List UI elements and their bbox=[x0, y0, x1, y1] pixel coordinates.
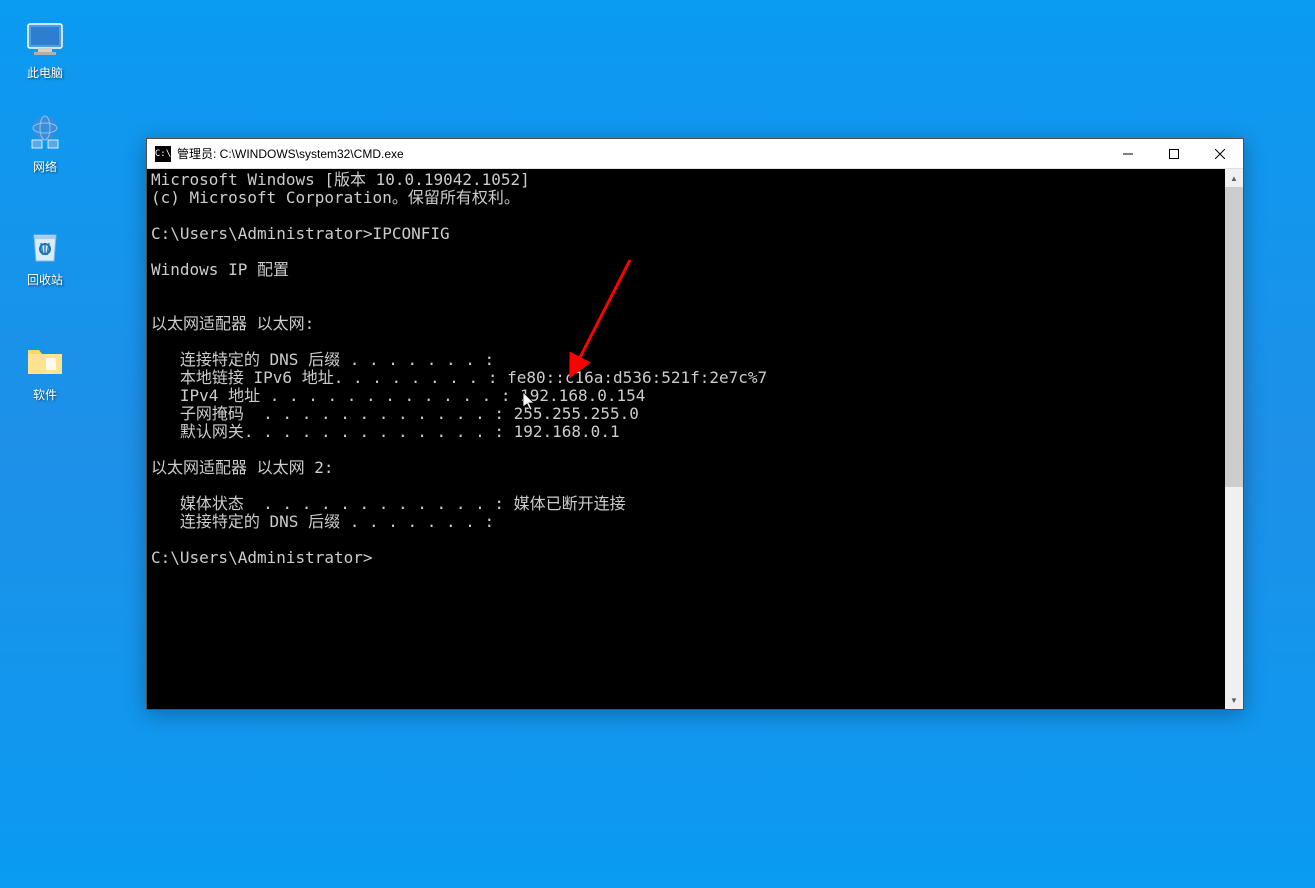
window-controls bbox=[1105, 139, 1243, 168]
scrollbar[interactable]: ▲ ▼ bbox=[1225, 169, 1243, 709]
scrollbar-up-button[interactable]: ▲ bbox=[1225, 169, 1243, 187]
terminal-output[interactable]: Microsoft Windows [版本 10.0.19042.1052] (… bbox=[147, 169, 1225, 709]
scrollbar-thumb[interactable] bbox=[1225, 187, 1243, 487]
desktop-icon-label: 此电脑 bbox=[27, 64, 63, 81]
desktop-icon-label: 回收站 bbox=[27, 271, 63, 288]
terminal-body: Microsoft Windows [版本 10.0.19042.1052] (… bbox=[147, 169, 1243, 709]
cmd-icon: C:\ bbox=[155, 146, 171, 162]
recycle-bin-icon bbox=[24, 225, 66, 267]
minimize-button[interactable] bbox=[1105, 139, 1151, 168]
this-pc-icon bbox=[24, 18, 66, 60]
maximize-button[interactable] bbox=[1151, 139, 1197, 168]
scrollbar-down-button[interactable]: ▼ bbox=[1225, 691, 1243, 709]
desktop-icon-software[interactable]: 软件 bbox=[10, 340, 80, 403]
folder-icon bbox=[24, 340, 66, 382]
desktop-icon-label: 网络 bbox=[33, 158, 57, 175]
desktop-icon-recycle-bin[interactable]: 回收站 bbox=[10, 225, 80, 288]
window-title: 管理员: C:\WINDOWS\system32\CMD.exe bbox=[177, 145, 1105, 162]
cmd-window: C:\ 管理员: C:\WINDOWS\system32\CMD.exe Mic… bbox=[146, 138, 1244, 710]
network-icon bbox=[24, 112, 66, 154]
desktop-icon-network[interactable]: 网络 bbox=[10, 112, 80, 175]
desktop-icon-label: 软件 bbox=[33, 386, 57, 403]
close-button[interactable] bbox=[1197, 139, 1243, 168]
desktop-icon-this-pc[interactable]: 此电脑 bbox=[10, 18, 80, 81]
window-titlebar[interactable]: C:\ 管理员: C:\WINDOWS\system32\CMD.exe bbox=[147, 139, 1243, 169]
